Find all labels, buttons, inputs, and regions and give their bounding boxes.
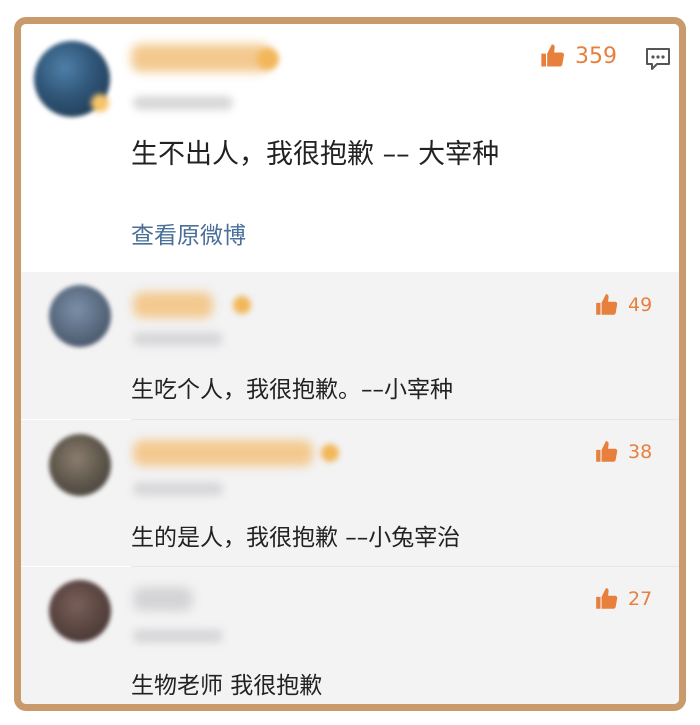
like-button[interactable]: 359: [539, 42, 617, 70]
thumbs-up-icon: [541, 44, 564, 67]
comment-card: 359 生不出人，我很抱歉 –– 大宰种 查看原微博 49 生吃个人，我很抱歉。…: [14, 17, 686, 711]
comment-text: 生不出人，我很抱歉 –– 大宰种: [131, 139, 500, 170]
comment-icon[interactable]: [644, 46, 672, 72]
like-count: 359: [575, 43, 617, 69]
vip-badge-icon: [233, 296, 251, 314]
like-button[interactable]: 27: [594, 586, 652, 612]
like-count: 38: [628, 441, 653, 463]
reply-text: 生物老师 我很抱歉: [131, 673, 323, 699]
reply-item: 38 生的是人，我很抱歉 ––小兔宰治: [21, 420, 679, 566]
thumbs-up-icon: [596, 588, 618, 609]
timestamp: [133, 482, 223, 496]
reply-text: 生吃个人，我很抱歉。––小宰种: [131, 377, 453, 403]
vip-badge-icon: [321, 444, 339, 462]
reply-item: 27 生物老师 我很抱歉: [21, 567, 679, 704]
username[interactable]: [131, 44, 271, 72]
reply-text: 生的是人，我很抱歉 ––小兔宰治: [131, 525, 461, 551]
like-button[interactable]: 38: [594, 439, 652, 465]
timestamp: [133, 629, 223, 643]
view-original-link[interactable]: 查看原微博: [131, 216, 246, 250]
thumbs-up-icon: [596, 441, 618, 462]
like-count: 49: [628, 294, 653, 316]
thumbs-up-icon: [596, 294, 618, 315]
avatar[interactable]: [49, 434, 111, 496]
timestamp: [133, 96, 233, 110]
username[interactable]: [133, 292, 213, 318]
verified-badge-icon: [91, 94, 109, 112]
reply-item: 49 生吃个人，我很抱歉。––小宰种: [21, 272, 679, 419]
avatar[interactable]: [49, 285, 111, 347]
timestamp: [133, 332, 223, 346]
main-comment: 359 生不出人，我很抱歉 –– 大宰种 查看原微博: [21, 24, 679, 272]
username[interactable]: [133, 587, 193, 611]
vip-badge-icon: [257, 48, 279, 70]
like-button[interactable]: 49: [594, 292, 652, 318]
avatar[interactable]: [49, 580, 111, 642]
like-count: 27: [628, 588, 653, 610]
username[interactable]: [133, 440, 313, 466]
